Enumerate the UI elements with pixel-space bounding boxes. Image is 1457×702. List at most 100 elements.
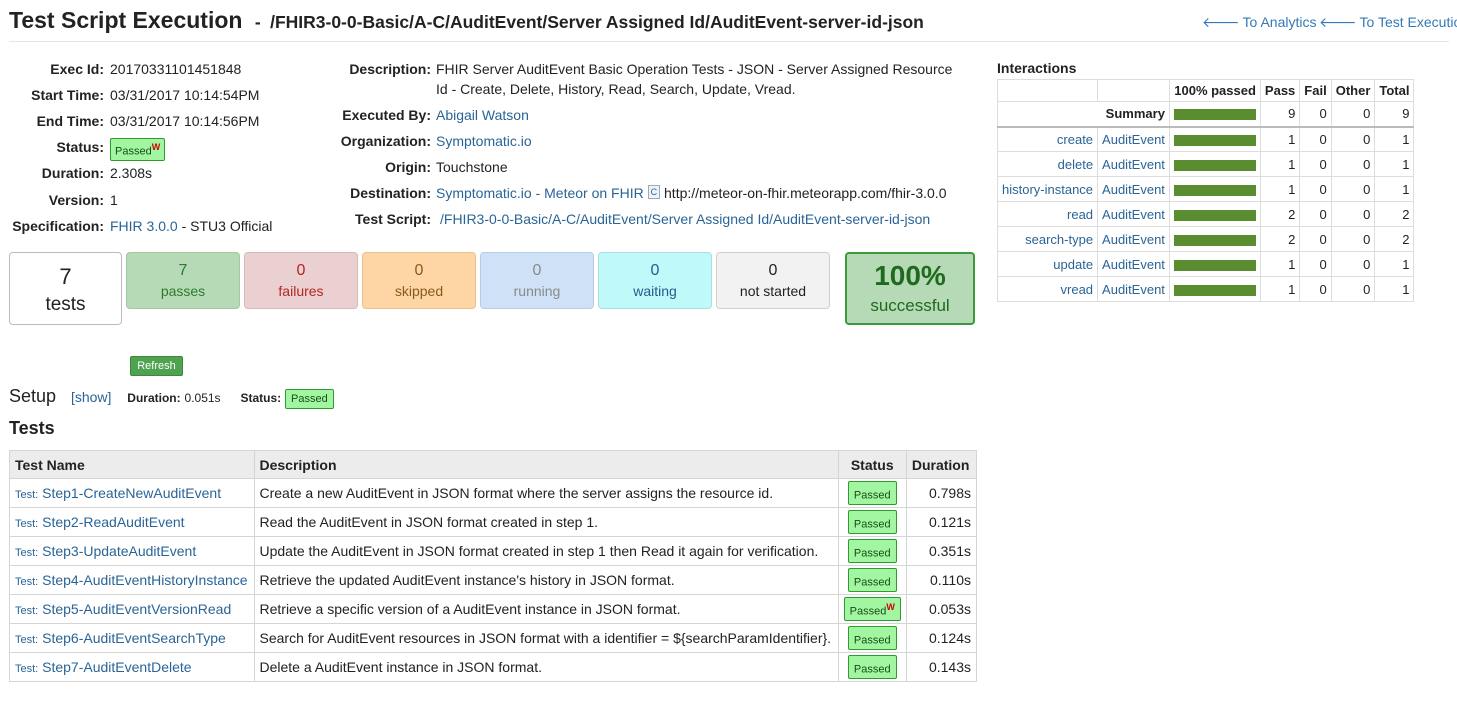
setup-status-badge: Passed — [285, 389, 334, 409]
not-started-tile[interactable]: 0 not started — [716, 252, 830, 309]
running-count: 0 — [532, 262, 542, 279]
interaction-resource-link[interactable]: AuditEvent — [1102, 232, 1165, 247]
passes-tile[interactable]: 7 passes — [126, 252, 240, 309]
to-analytics-link[interactable]: 🡐 To Analytics — [1202, 14, 1316, 31]
interaction-fail: 0 — [1299, 201, 1332, 227]
test-status-badge: Passed — [847, 567, 897, 593]
passed-bar-cell — [1168, 201, 1261, 227]
interaction-operation-link[interactable]: history-instance — [1002, 182, 1093, 197]
test-name-cell: Test: Step4-AuditEventHistoryInstance — [9, 565, 255, 595]
interaction-row: history-instance AuditEvent 1 0 0 1 — [996, 176, 1415, 202]
interactions-table: 100% passed Pass Fail Other Total Summar… — [996, 79, 1415, 302]
interaction-resource-link[interactable]: AuditEvent — [1102, 207, 1165, 222]
page-title-text: Test Script Execution — [9, 7, 243, 33]
test-name-link[interactable]: Step2-ReadAuditEvent — [42, 514, 184, 530]
interaction-other: 0 — [1330, 151, 1376, 177]
test-name-link[interactable]: Step6-AuditEventSearchType — [42, 630, 226, 646]
col-duration: Duration — [905, 450, 978, 479]
passed-bar-cell — [1168, 126, 1261, 152]
test-name-cell: Test: Step6-AuditEventSearchType — [9, 623, 255, 653]
executed-by-link[interactable]: Abigail Watson — [436, 107, 529, 123]
running-tile[interactable]: 0 running — [480, 252, 594, 309]
col-operation — [996, 79, 1099, 102]
test-name-link[interactable]: Step1-CreateNewAuditEvent — [42, 485, 221, 501]
test-duration: 0.143s — [905, 652, 978, 682]
interaction-resource-link[interactable]: AuditEvent — [1102, 257, 1165, 272]
skipped-tile[interactable]: 0 skipped — [362, 252, 476, 309]
test-prefix: Test: — [15, 605, 39, 617]
warning-mark: W — [886, 601, 895, 612]
test-script-link[interactable]: /FHIR3-0-0-Basic/A-C/AuditEvent/Server A… — [440, 211, 930, 227]
passed-bar-cell — [1168, 151, 1261, 177]
test-name-link[interactable]: Step4-AuditEventHistoryInstance — [42, 572, 247, 588]
interaction-total: 1 — [1374, 126, 1415, 152]
test-description: Retrieve the updated AuditEvent instance… — [253, 565, 839, 595]
passed-bar — [1173, 234, 1256, 246]
specification-link[interactable]: FHIR 3.0.0 — [110, 218, 178, 234]
test-name-link[interactable]: Step3-UpdateAuditEvent — [42, 543, 196, 559]
destination-label: Destination: — [350, 185, 431, 201]
interaction-resource-link[interactable]: AuditEvent — [1102, 132, 1165, 147]
failures-tile[interactable]: 0 failures — [244, 252, 358, 309]
interaction-resource-link[interactable]: AuditEvent — [1102, 157, 1165, 172]
summary-total: 9 — [1374, 101, 1415, 127]
test-row: Test: Step1-CreateNewAuditEvent Create a … — [9, 478, 978, 508]
setup-duration-label: Duration: — [127, 391, 181, 405]
to-test-execution-link[interactable]: 🡐To Test Execution — [1319, 14, 1457, 31]
test-status-text: Passed — [853, 663, 891, 676]
not-started-count: 0 — [768, 262, 778, 279]
test-duration: 0.110s — [905, 565, 978, 595]
interaction-operation-link[interactable]: update — [1053, 257, 1093, 272]
arrow-left-icon: 🡐 — [1202, 14, 1240, 30]
waiting-tile[interactable]: 0 waiting — [598, 252, 712, 309]
passed-bar-cell — [1168, 226, 1261, 252]
interaction-total: 1 — [1374, 251, 1415, 277]
specification-label: Specification: — [12, 218, 104, 234]
test-status-text: Passed — [853, 489, 891, 502]
test-row: Test: Step7-AuditEventDelete Delete a Aud… — [9, 652, 978, 682]
test-name-link[interactable]: Step7-AuditEventDelete — [42, 659, 191, 675]
test-status-cell: Passed — [837, 536, 907, 566]
test-status-text: Passed — [849, 605, 887, 618]
interaction-other: 0 — [1330, 201, 1376, 227]
test-prefix: Test: — [15, 634, 39, 646]
success-label: successful — [870, 296, 950, 315]
test-duration: 0.121s — [905, 507, 978, 537]
setup-show-link[interactable]: [show] — [71, 389, 111, 405]
tests-count-tile: 7 tests — [9, 252, 122, 325]
interaction-pass: 1 — [1259, 126, 1301, 152]
passed-bar-cell — [1168, 276, 1261, 302]
interaction-resource-link[interactable]: AuditEvent — [1102, 182, 1165, 197]
interaction-operation-link[interactable]: search-type — [1025, 232, 1093, 247]
interaction-fail: 0 — [1299, 251, 1332, 277]
test-row: Test: Step5-AuditEventVersionRead Retriev… — [9, 594, 978, 624]
interaction-resource-link[interactable]: AuditEvent — [1102, 282, 1165, 297]
interaction-operation-link[interactable]: read — [1067, 207, 1093, 222]
test-name-link[interactable]: Step5-AuditEventVersionRead — [42, 601, 231, 617]
status-badge-text: Passed — [115, 145, 152, 158]
test-status-badge: Passed — [847, 625, 897, 651]
version-label: Version: — [48, 192, 104, 208]
test-name-cell: Test: Step2-ReadAuditEvent — [9, 507, 255, 537]
interaction-fail: 0 — [1299, 176, 1332, 202]
test-name-cell: Test: Step3-UpdateAuditEvent — [9, 536, 255, 566]
organization-link[interactable]: Symptomatic.io — [436, 133, 532, 149]
failures-label: failures — [278, 283, 324, 299]
skipped-label: skipped — [394, 283, 444, 299]
summary-pass: 9 — [1259, 101, 1301, 127]
conformance-icon[interactable]: C — [647, 185, 661, 199]
interaction-fail: 0 — [1299, 226, 1332, 252]
interaction-total: 1 — [1374, 276, 1415, 302]
setup-duration-value: 0.051s — [184, 391, 221, 405]
interaction-operation-link[interactable]: vread — [1061, 282, 1094, 297]
test-prefix: Test: — [15, 489, 39, 501]
interaction-operation-link[interactable]: delete — [1058, 157, 1093, 172]
refresh-button[interactable]: Refresh — [130, 356, 183, 376]
interaction-operation-link[interactable]: create — [1057, 132, 1093, 147]
summary-label: Summary — [997, 101, 1170, 127]
test-duration: 0.053s — [905, 594, 978, 624]
waiting-count: 0 — [650, 262, 660, 279]
test-status-badge: Passed — [847, 509, 897, 535]
col-pass: Pass — [1259, 79, 1301, 102]
destination-link[interactable]: Symptomatic.io - Meteor on FHIR — [436, 185, 644, 201]
